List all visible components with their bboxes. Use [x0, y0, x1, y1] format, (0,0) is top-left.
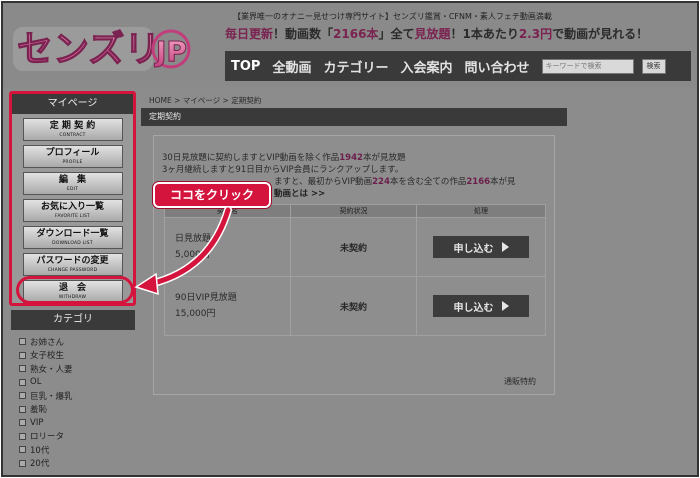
category-item[interactable]: 羞恥 [19, 403, 133, 417]
site-headline: 毎日更新！動画数「2166本」全て見放題！1本あたり2.3円で動画が見れる！ [225, 27, 649, 41]
checkbox-icon[interactable] [19, 392, 26, 400]
contract-inner: 30日見放題に契約しますとVIP動画を除く作品1942本が見放題 3ヶ月継続しま… [153, 135, 555, 395]
contract-button[interactable]: 定 期 契 約 CONTRACT [22, 118, 123, 141]
plan-name-cell: 日見放題 5,000円 [164, 217, 291, 277]
mypage-menu: マイページ 定 期 契 約 CONTRACT プロフィール PROFILE 編 集E… [9, 91, 136, 306]
logo-text: センズリ [17, 28, 160, 70]
action-cell: 申し込む [416, 276, 546, 336]
breadcrumb[interactable]: HOME > マイページ > 定期契約 [149, 95, 261, 106]
apply-button[interactable]: 申し込む [433, 295, 529, 317]
play-triangle-icon [501, 301, 509, 311]
category-item[interactable]: 熟女・人妻 [19, 362, 133, 376]
nav-all-videos[interactable]: 全動画 [266, 57, 317, 76]
table-row: 90日VIP見放題 15,000円 未契約 申し込む [164, 276, 546, 336]
category-item[interactable]: 巨乳・爆乳 [19, 389, 133, 403]
checkbox-icon[interactable] [19, 365, 26, 373]
play-triangle-icon [501, 242, 509, 252]
logo-jp: JP [154, 35, 187, 68]
site-tagline: 【業界唯一のオナニー見せつけ専門サイト】センズリ鑑賞・CFNM・素人フェチ動画満… [233, 12, 552, 21]
main-nav: TOP 全動画 カテゴリー 入会案内 問い合わせ 検索 [225, 51, 691, 81]
checkbox-icon[interactable] [19, 419, 26, 427]
category-item[interactable]: 女子校生 [19, 349, 133, 363]
nav-contact[interactable]: 問い合わせ [459, 57, 536, 76]
category-item[interactable]: VIP [19, 416, 133, 430]
download-list-button[interactable]: ダウンロード一覧 DOWNLOAD LIST [22, 226, 123, 249]
withdraw-highlight-ring [16, 276, 134, 304]
category-item[interactable]: ロリータ [19, 430, 133, 444]
edit-button[interactable]: 編 集 EDIT [22, 172, 123, 195]
checkbox-icon[interactable] [19, 351, 26, 359]
mypage-title: マイページ [12, 94, 133, 114]
nav-top[interactable]: TOP [225, 59, 266, 74]
category-item[interactable]: 20代 [19, 457, 133, 471]
law-link[interactable]: 通販特約 [504, 376, 536, 387]
apply-button[interactable]: 申し込む [433, 236, 529, 258]
col-status: 契約状況 [290, 204, 417, 218]
click-here-callout: ココをクリック [153, 182, 271, 208]
panel-title: 定期契約 [141, 108, 567, 126]
status-cell: 未契約 [290, 276, 417, 336]
plans-table: 契約名 契約状況 処理 日見放題 5,000円 未契約 申し込む 90日VIP見放… [164, 204, 546, 336]
category-list: お姉さん 女子校生 熟女・人妻 OL 巨乳・爆乳 羞恥 VIP ロリータ 10代… [19, 335, 133, 470]
nav-join[interactable]: 入会案内 [394, 57, 458, 76]
favorite-list-button[interactable]: お気に入り一覧 FAVORITE LIST [22, 199, 123, 222]
checkbox-icon[interactable] [19, 405, 26, 413]
profile-button[interactable]: プロフィール PROFILE [22, 145, 123, 168]
checkbox-icon[interactable] [19, 446, 26, 454]
change-password-button[interactable]: パスワードの変更 CHANGE PASSWORD [22, 253, 123, 276]
status-cell: 未契約 [290, 217, 417, 277]
search-button[interactable]: 検索 [641, 58, 666, 74]
category-item[interactable]: OL [19, 376, 133, 390]
checkbox-icon[interactable] [19, 338, 26, 346]
action-cell: 申し込む [416, 217, 546, 277]
col-action: 処理 [416, 204, 546, 218]
category-item[interactable]: 10代 [19, 443, 133, 457]
category-item[interactable]: お姉さん [19, 335, 133, 349]
nav-category[interactable]: カテゴリー [317, 57, 394, 76]
site-header: センズリ JP 【業界唯一のオナニー見せつけ専門サイト】センズリ鑑賞・CFNM・… [3, 3, 697, 87]
plan-name-cell: 90日VIP見放題 15,000円 [164, 276, 291, 336]
checkbox-icon[interactable] [19, 378, 26, 386]
vip-info-link[interactable]: 動画とは >> [274, 189, 325, 199]
search-input[interactable] [541, 58, 634, 74]
category-title: カテゴリ [11, 310, 135, 330]
site-logo[interactable]: センズリ JP [11, 9, 216, 77]
contract-panel: 30日見放題に契約しますとVIP動画を除く作品1942本が見放題 3ヶ月継続しま… [141, 126, 567, 406]
table-row: 日見放題 5,000円 未契約 申し込む [164, 217, 546, 277]
page-frame: センズリ JP 【業界唯一のオナニー見せつけ専門サイト】センズリ鑑賞・CFNM・… [1, 1, 699, 477]
checkbox-icon[interactable] [19, 432, 26, 440]
checkbox-icon[interactable] [19, 459, 26, 467]
